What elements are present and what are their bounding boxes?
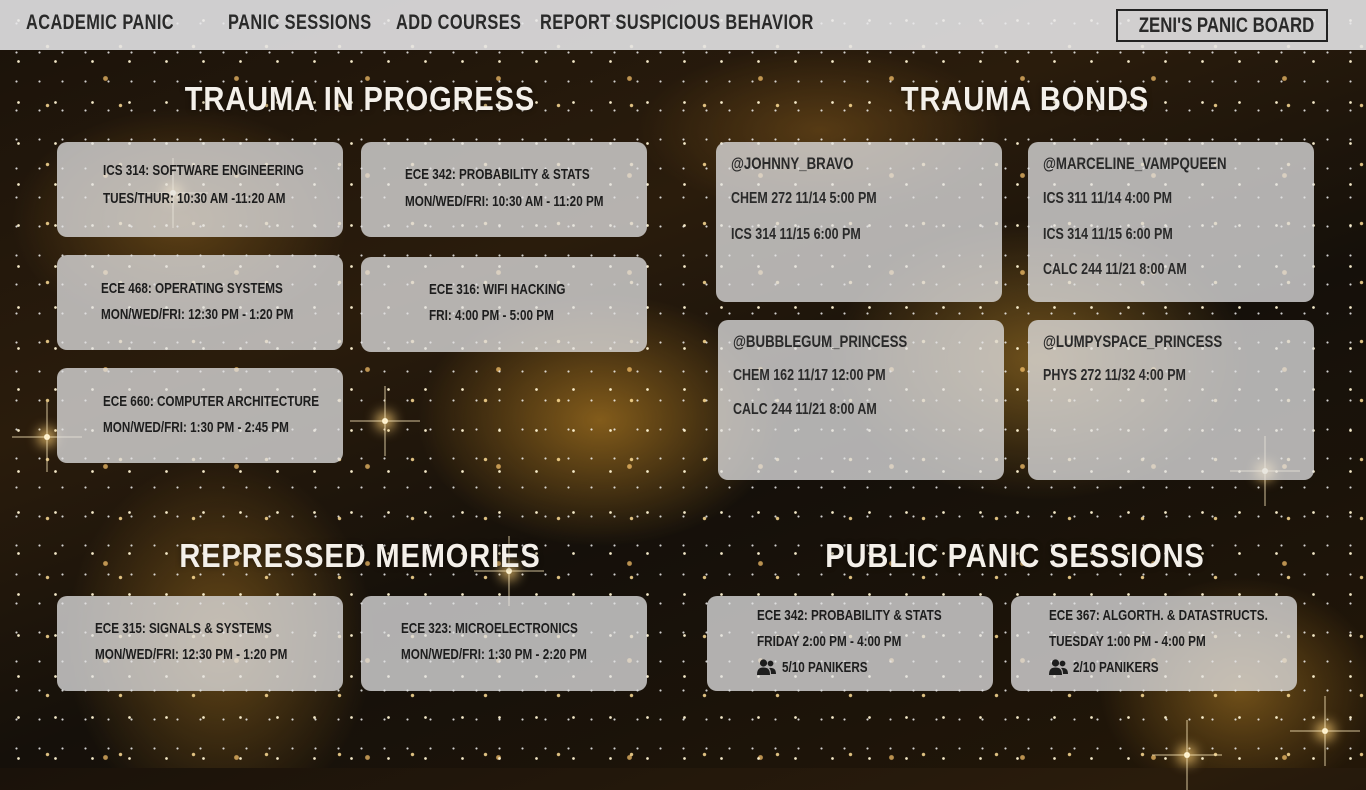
course-card[interactable]: ECE 323: Microelectronics Mon/Wed/Fri: 1… bbox=[361, 596, 647, 691]
bond-session: PHYS 272 11/32 4:00 PM bbox=[1043, 367, 1186, 384]
course-card[interactable]: ECE 315: Signals & Systems Mon/Wed/Fri: … bbox=[57, 596, 343, 691]
session-course: ECE 342: Probability & Stats bbox=[757, 607, 942, 624]
session-participant-count: 5/10 Panikers bbox=[782, 659, 868, 676]
bond-handle: @marceline_vampqueen bbox=[1043, 154, 1227, 173]
section-title-bonds: Trauma Bonds bbox=[900, 80, 1150, 117]
bond-handle: @bubblegum_princess bbox=[733, 332, 908, 351]
course-title: ECE 468: Operating Systems bbox=[101, 280, 283, 297]
course-title: ECE 323: Microelectronics bbox=[401, 620, 578, 637]
course-card[interactable]: ECE 316: Wifi Hacking Fri: 4:00 PM - 5:0… bbox=[361, 257, 647, 352]
bond-card[interactable]: @lumpyspace_princess PHYS 272 11/32 4:00… bbox=[1028, 320, 1314, 480]
bond-card[interactable]: @bubblegum_princess CHEM 162 11/17 12:00… bbox=[718, 320, 1004, 480]
bond-session: ICS 311 11/14 4:00 PM bbox=[1043, 190, 1173, 207]
course-title: ECE 315: Signals & Systems bbox=[95, 620, 272, 637]
session-card[interactable]: ECE 342: Probability & Stats Friday 2:00… bbox=[707, 596, 993, 691]
course-card[interactable]: ECE 468: Operating Systems Mon/Wed/Fri: … bbox=[57, 255, 343, 350]
bond-handle: @lumpyspace_princess bbox=[1043, 332, 1223, 351]
nav-panic-sessions[interactable]: Panic Sessions bbox=[228, 0, 372, 50]
course-schedule: Mon/Wed/Fri: 12:30 PM - 1:20 PM bbox=[95, 646, 288, 663]
course-card[interactable]: ECE 342: Probability & Stats Mon/Wed/Fri… bbox=[361, 142, 647, 237]
bond-session: CHEM 162 11/17 12:00 PM bbox=[733, 367, 886, 384]
course-title: ECE 660: Computer Architecture bbox=[103, 393, 320, 410]
course-schedule: Tues/Thur: 10:30 AM -11:20 AM bbox=[103, 190, 286, 207]
course-schedule: Mon/Wed/Fri: 1:30 PM - 2:45 PM bbox=[103, 419, 289, 436]
bond-session: ICS 314 11/15 6:00 PM bbox=[1043, 226, 1173, 243]
star-flare-decoration bbox=[1184, 752, 1190, 758]
bond-session: CALC 244 11/21 8:00 AM bbox=[733, 401, 877, 418]
top-navbar: Academic Panic Panic Sessions Add Course… bbox=[0, 0, 1366, 50]
star-flare-decoration bbox=[1322, 728, 1328, 734]
bond-session: ICS 314 11/15 6:00 PM bbox=[731, 226, 861, 243]
section-title-public: Public Panic Sessions bbox=[825, 537, 1205, 574]
bond-handle: @johnny_bravo bbox=[731, 154, 854, 173]
bond-card[interactable]: @marceline_vampqueen ICS 311 11/14 4:00 … bbox=[1028, 142, 1314, 302]
course-schedule: Mon/Wed/Fri: 12:30 PM - 1:20 PM bbox=[101, 306, 294, 323]
section-title-in-progress: Trauma in Progress bbox=[184, 80, 536, 117]
course-schedule: Mon/Wed/Fri: 1:30 PM - 2:20 PM bbox=[401, 646, 587, 663]
course-card[interactable]: ICS 314: Software Engineering Tues/Thur:… bbox=[57, 142, 343, 237]
session-time: Friday 2:00 PM - 4:00 PM bbox=[757, 633, 902, 650]
star-flare-decoration bbox=[382, 418, 388, 424]
star-flare-decoration bbox=[44, 434, 50, 440]
session-participant-count: 2/10 Panikers bbox=[1073, 659, 1159, 676]
course-title: ECE 342: Probability & Stats bbox=[405, 166, 590, 183]
bond-session: CALC 244 11/21 8:00 AM bbox=[1043, 261, 1187, 278]
bond-session: CHEM 272 11/14 5:00 PM bbox=[731, 190, 877, 207]
brand-link[interactable]: Academic Panic bbox=[26, 0, 174, 50]
session-time: Tuesday 1:00 PM - 4:00 PM bbox=[1049, 633, 1206, 650]
course-schedule: Mon/Wed/Fri: 10:30 AM - 11:20 PM bbox=[405, 193, 604, 210]
course-title: ICS 314: Software Engineering bbox=[103, 162, 304, 179]
people-icon bbox=[1049, 659, 1068, 675]
course-schedule: Fri: 4:00 PM - 5:00 PM bbox=[429, 307, 554, 324]
section-title-repressed: Repressed Memories bbox=[179, 537, 541, 574]
nav-report-suspicious-behavior[interactable]: Report Suspicious Behavior bbox=[540, 0, 814, 50]
nav-add-courses[interactable]: Add Courses bbox=[396, 0, 521, 50]
bond-card[interactable]: @johnny_bravo CHEM 272 11/14 5:00 PM ICS… bbox=[716, 142, 1002, 302]
panic-board-button[interactable]: Zeni's Panic Board bbox=[1116, 9, 1328, 42]
people-icon bbox=[757, 659, 776, 675]
course-title: ECE 316: Wifi Hacking bbox=[429, 281, 566, 298]
session-card[interactable]: ECE 367: Algorth. & DataStructs. Tuesday… bbox=[1011, 596, 1297, 691]
panic-board-label: Zeni's Panic Board bbox=[1138, 14, 1315, 37]
course-card[interactable]: ECE 660: Computer Architecture Mon/Wed/F… bbox=[57, 368, 343, 463]
session-course: ECE 367: Algorth. & DataStructs. bbox=[1049, 607, 1268, 624]
